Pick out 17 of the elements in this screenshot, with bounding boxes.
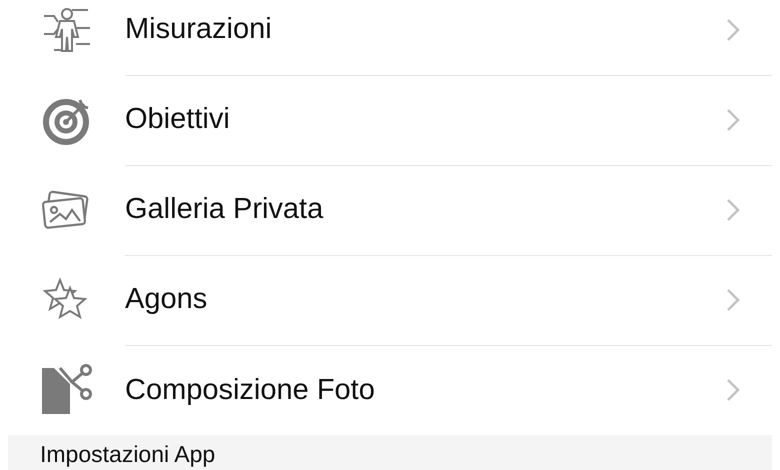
chevron-right-icon [726, 108, 740, 132]
menu-item[interactable]: Galleria Privata [0, 165, 780, 255]
menu-item-label: Misurazioni [125, 13, 273, 46]
section-title: Impostazioni App [40, 443, 216, 466]
menu-item-label: Obiettivi [125, 103, 231, 136]
menu-item[interactable]: Obiettivi [0, 75, 780, 165]
chevron-right-icon [726, 18, 740, 42]
menu-item-label: Agons [125, 283, 208, 316]
collage-icon [40, 364, 92, 416]
menu-item-label: Galleria Privata [125, 193, 324, 226]
menu-item[interactable]: Misurazioni [0, 0, 780, 75]
menu-item[interactable]: Agons [0, 255, 780, 345]
chevron-right-icon [726, 288, 740, 312]
menu-item[interactable]: Composizione Foto [0, 345, 780, 435]
chevron-right-icon [726, 198, 740, 222]
chevron-right-icon [726, 378, 740, 402]
menu-item-label: Composizione Foto [125, 374, 376, 406]
